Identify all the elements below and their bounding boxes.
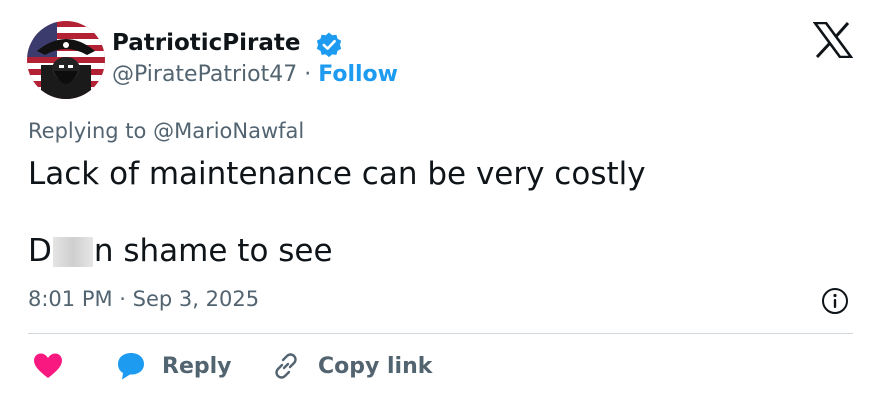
separator: ·	[297, 62, 319, 87]
tweet-text-start: D	[28, 233, 52, 269]
user-handle[interactable]: @PiratePatriot47	[112, 62, 297, 87]
info-icon[interactable]	[820, 286, 850, 316]
timestamp[interactable]: 8:01 PM · Sep 3, 2025	[28, 286, 259, 312]
divider	[28, 333, 853, 334]
tweet-text-end: n shame to see	[93, 233, 333, 269]
replying-to: Replying to @MarioNawfal	[28, 118, 304, 144]
replying-prefix: Replying to	[28, 119, 154, 143]
heart-icon	[34, 353, 62, 378]
link-icon	[275, 353, 297, 379]
verified-badge-icon	[316, 32, 342, 58]
tweet-text-line-2: Dn shame to see	[28, 232, 333, 270]
reply-button[interactable]: Reply	[116, 348, 232, 384]
speech-bubble-icon	[118, 353, 144, 380]
reply-target-link[interactable]: @MarioNawfal	[153, 119, 304, 143]
tweet-text-line-1: Lack of maintenance can be very costly	[28, 156, 646, 192]
x-logo-icon[interactable]	[813, 22, 853, 58]
handle-line: @PiratePatriot47 · Follow	[112, 62, 398, 88]
copy-link-label: Copy link	[318, 353, 433, 379]
censored-blur	[52, 237, 93, 267]
reply-label: Reply	[162, 353, 232, 379]
copy-link-button[interactable]: Copy link	[270, 348, 432, 384]
like-button[interactable]	[33, 348, 63, 384]
avatar[interactable]	[27, 21, 105, 99]
follow-link[interactable]: Follow	[318, 62, 398, 87]
display-name[interactable]: PatrioticPirate	[112, 29, 301, 57]
